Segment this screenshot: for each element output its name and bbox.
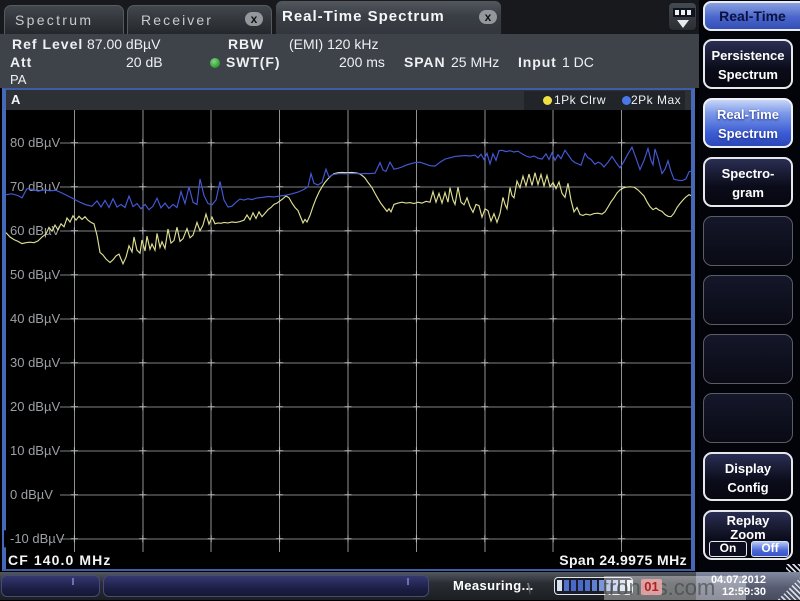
svg-text:-10 dBµV: -10 dBµV: [10, 531, 65, 546]
svg-text:20 dBµV: 20 dBµV: [10, 399, 60, 414]
svg-text:40 dBµV: 40 dBµV: [10, 311, 60, 326]
svg-text:50 dBµV: 50 dBµV: [10, 267, 60, 282]
svg-text:0 dBµV: 0 dBµV: [10, 487, 53, 502]
svg-text:10 dBµV: 10 dBµV: [10, 443, 60, 458]
svg-text:70 dBµV: 70 dBµV: [10, 179, 60, 194]
svg-text:80 dBµV: 80 dBµV: [10, 135, 60, 150]
svg-text:30 dBµV: 30 dBµV: [10, 355, 60, 370]
